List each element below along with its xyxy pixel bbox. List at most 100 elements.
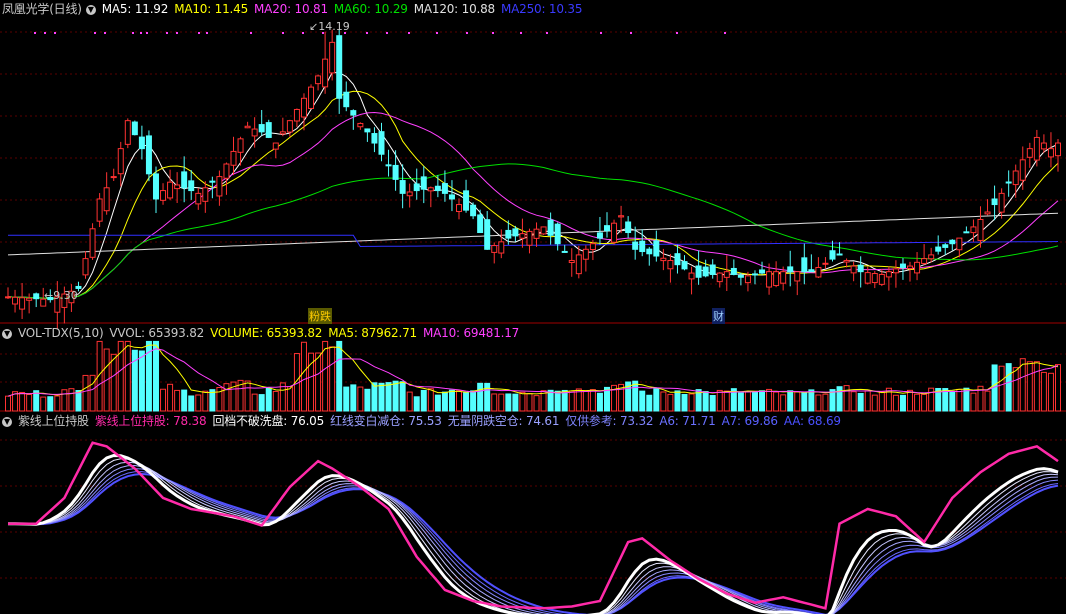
volume-bar (1019, 358, 1026, 412)
volume-bar (956, 388, 963, 412)
candle-body (33, 293, 40, 300)
candle-body (1040, 142, 1047, 150)
volume-bar (505, 393, 512, 412)
volume-bar (371, 382, 378, 412)
candle-body (463, 190, 470, 211)
candle-body (343, 91, 350, 108)
volume-bar (1047, 372, 1054, 412)
candle-body (491, 245, 498, 253)
ma250-line (8, 234, 1059, 248)
candle-body (674, 253, 681, 266)
vol-ma10-label: MA10: 69481.17 (422, 326, 520, 340)
volume-bar (364, 388, 371, 412)
candle-body (639, 240, 646, 253)
candle-body (857, 264, 864, 273)
volume-bar (878, 391, 885, 412)
candle-body (174, 184, 181, 190)
volume-bar (688, 393, 695, 412)
ind-aa: AA: 68.69 (783, 414, 841, 428)
volume-bar (498, 393, 505, 412)
candle-body (766, 271, 773, 288)
candle-body (167, 181, 174, 199)
volume-bar (857, 392, 864, 412)
volume-bar (596, 392, 603, 412)
volume-bar (124, 340, 131, 412)
candle-body (984, 211, 991, 215)
marker-dot (466, 32, 468, 34)
indicator-line-6 (7, 468, 1059, 614)
volume-bar (519, 391, 526, 412)
volume-bar (477, 382, 484, 412)
volume-bar (526, 393, 533, 412)
candle-body (702, 266, 709, 277)
volume-bar (773, 391, 780, 412)
candle-body (293, 108, 300, 122)
candle-body (244, 125, 251, 129)
volume-bar (998, 365, 1005, 412)
candle-body (921, 258, 928, 264)
stock-chart[interactable] (0, 0, 1066, 614)
candle-body (1055, 142, 1061, 157)
volume-bar (68, 388, 75, 412)
vol-name: VOL-TDX(5,10) (18, 326, 104, 340)
ind-name: 紫线上位持股 (18, 414, 89, 428)
candle-body (970, 226, 977, 234)
volume-bar (970, 392, 977, 412)
event-tag-finance[interactable]: 财 (712, 308, 725, 324)
volume-bar (110, 353, 117, 412)
candle-body (625, 221, 632, 234)
volume-bar (329, 346, 336, 412)
indicator-line-8 (7, 472, 1059, 614)
volume-bar (568, 390, 575, 412)
candle-body (152, 173, 159, 200)
candle-body (131, 121, 138, 136)
candle-body (723, 271, 730, 278)
volume-bar (801, 391, 808, 412)
candle-body (681, 261, 688, 270)
volume-bar (653, 388, 660, 412)
marker-dot (676, 32, 678, 34)
volume-bar (286, 386, 293, 412)
volume-bar (392, 380, 399, 412)
candle-body (406, 191, 413, 197)
event-tag-drop[interactable]: 粉跌 (308, 308, 332, 324)
marker-dot (250, 32, 252, 34)
volume-bar (75, 390, 82, 412)
volume-bar (188, 395, 195, 412)
marker-dot (34, 32, 36, 34)
candle-body (899, 263, 906, 268)
marker-dot (724, 32, 726, 34)
candle-body (935, 246, 942, 252)
volume-bar (1040, 371, 1047, 412)
marker-dot (206, 32, 208, 34)
volume-bar (463, 392, 470, 412)
chevron-down-icon[interactable]: ▼ (2, 328, 12, 339)
marker-dot (282, 32, 284, 34)
candle-body (540, 226, 547, 235)
volume-bar (921, 393, 928, 412)
volume-bar (914, 393, 921, 412)
ind-l3: 红线变白减仓: 75.53 (330, 414, 442, 428)
volume-bar (1012, 367, 1019, 412)
marker-dot (146, 32, 148, 34)
chevron-down-icon[interactable]: ▼ (2, 416, 12, 427)
volume-bar (815, 394, 822, 412)
volume-bar (737, 392, 744, 412)
volume-bar (54, 395, 61, 412)
volume-bar (751, 391, 758, 412)
volume-bar (582, 390, 589, 412)
candle-body (829, 250, 836, 260)
volume-bar (759, 390, 766, 412)
volume-bar (766, 388, 773, 412)
candle-body (392, 164, 399, 180)
indicator-line-7 (7, 471, 1059, 614)
candle-body (26, 297, 33, 301)
candle-body (780, 271, 787, 284)
volume-bar (723, 390, 730, 412)
candle-body (603, 225, 610, 232)
candle-body (484, 219, 491, 250)
volume-bar (702, 391, 709, 412)
candle-body (427, 187, 434, 192)
volume-bar (963, 387, 970, 412)
chevron-down-icon[interactable]: ▼ (85, 4, 96, 15)
